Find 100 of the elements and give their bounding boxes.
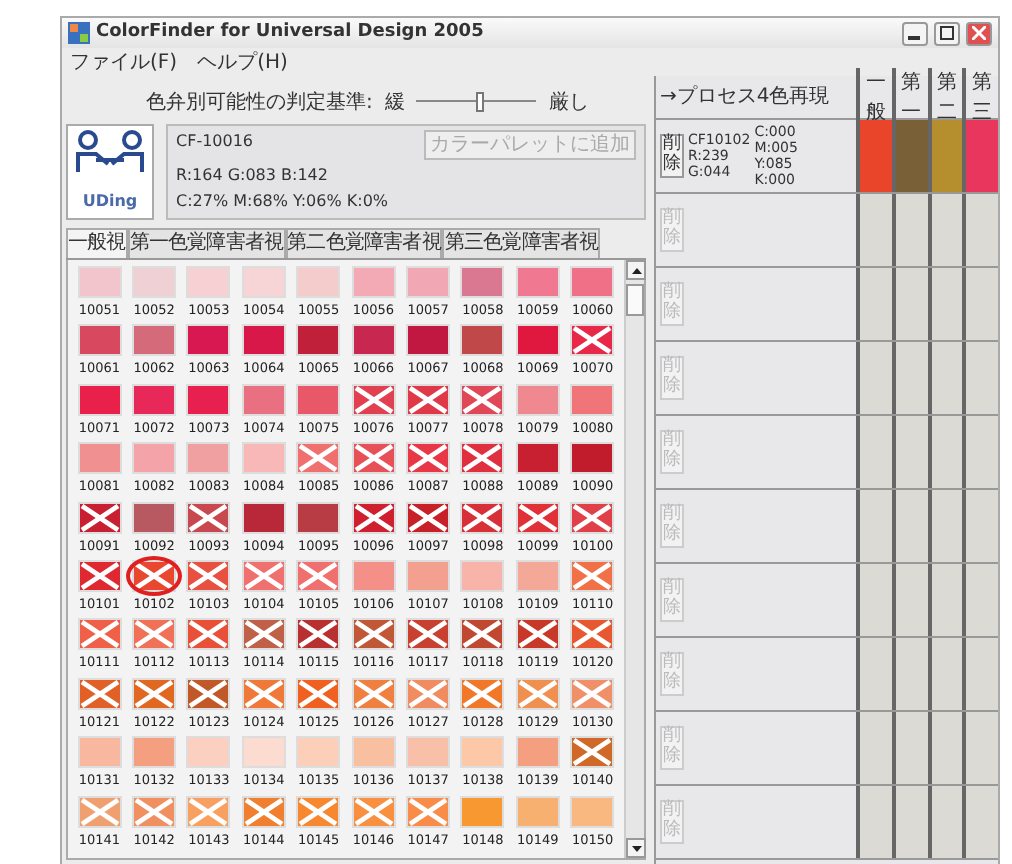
crossed-color-swatch[interactable] [351, 795, 396, 828]
color-swatch[interactable] [406, 324, 451, 357]
color-swatch[interactable] [77, 383, 122, 416]
color-swatch[interactable] [296, 736, 341, 769]
color-swatch[interactable] [460, 324, 505, 357]
color-swatch[interactable] [241, 501, 286, 534]
crossed-color-swatch[interactable] [296, 442, 341, 475]
color-swatch[interactable] [515, 383, 560, 416]
color-swatch[interactable] [132, 324, 177, 357]
crossed-color-swatch[interactable] [570, 324, 615, 357]
crossed-color-swatch[interactable] [570, 559, 615, 592]
color-swatch[interactable] [186, 442, 231, 475]
color-swatch[interactable] [460, 795, 505, 828]
crossed-color-swatch[interactable] [351, 383, 396, 416]
crossed-color-swatch[interactable] [351, 501, 396, 534]
color-swatch[interactable] [132, 383, 177, 416]
color-swatch[interactable] [570, 383, 615, 416]
color-swatch[interactable] [186, 324, 231, 357]
color-swatch[interactable] [241, 266, 286, 298]
crossed-color-swatch[interactable] [351, 442, 396, 475]
crossed-color-swatch[interactable] [186, 795, 231, 828]
crossed-color-swatch[interactable] [296, 795, 341, 828]
color-swatch[interactable] [296, 266, 341, 298]
crossed-color-swatch[interactable] [406, 795, 451, 828]
color-swatch[interactable] [406, 266, 451, 298]
color-swatch[interactable] [77, 736, 122, 769]
color-swatch[interactable] [570, 266, 615, 298]
menu-item[interactable]: ヘルプ(H) [197, 47, 288, 77]
crossed-color-swatch[interactable] [132, 677, 177, 710]
crossed-color-swatch[interactable] [515, 501, 560, 534]
close-button[interactable] [966, 21, 992, 45]
crossed-color-swatch[interactable] [77, 501, 122, 534]
color-swatch[interactable] [406, 736, 451, 769]
view-tab[interactable]: 一般視 [66, 228, 128, 258]
crossed-color-swatch[interactable] [515, 677, 560, 710]
color-swatch[interactable] [515, 442, 560, 475]
crossed-color-swatch[interactable] [351, 618, 396, 651]
crossed-color-swatch[interactable] [570, 677, 615, 710]
crossed-color-swatch[interactable] [77, 677, 122, 710]
scrollbar[interactable] [624, 260, 644, 858]
crossed-color-swatch[interactable] [460, 677, 505, 710]
color-swatch[interactable] [241, 324, 286, 357]
color-swatch[interactable] [406, 559, 451, 592]
crossed-color-swatch[interactable] [186, 677, 231, 710]
color-swatch[interactable] [132, 266, 177, 298]
crossed-color-swatch[interactable] [570, 618, 615, 651]
crossed-color-swatch[interactable] [406, 383, 451, 416]
crossed-color-swatch[interactable] [570, 736, 615, 769]
color-swatch[interactable] [186, 736, 231, 769]
color-swatch[interactable] [296, 383, 341, 416]
minimize-button[interactable] [902, 21, 928, 45]
crossed-color-swatch[interactable] [406, 677, 451, 710]
color-swatch[interactable] [132, 736, 177, 769]
color-swatch[interactable] [515, 795, 560, 828]
crossed-color-swatch[interactable] [241, 618, 286, 651]
crossed-color-swatch[interactable] [186, 559, 231, 592]
crossed-color-swatch[interactable] [296, 559, 341, 592]
crossed-color-swatch[interactable] [186, 618, 231, 651]
scroll-thumb[interactable] [626, 284, 644, 316]
crossed-color-swatch[interactable] [77, 559, 122, 592]
scroll-down-button[interactable] [626, 838, 646, 858]
color-swatch[interactable] [77, 266, 122, 298]
color-swatch[interactable] [515, 266, 560, 298]
color-swatch[interactable] [351, 324, 396, 357]
crossed-color-swatch[interactable] [132, 795, 177, 828]
color-swatch[interactable] [351, 736, 396, 769]
color-swatch[interactable] [241, 442, 286, 475]
crossed-color-swatch[interactable] [296, 677, 341, 710]
crossed-color-swatch[interactable] [186, 501, 231, 534]
color-swatch[interactable] [460, 736, 505, 769]
delete-button[interactable]: 削除 [660, 134, 684, 178]
crossed-color-swatch[interactable] [406, 501, 451, 534]
scroll-up-button[interactable] [626, 260, 646, 280]
crossed-color-swatch[interactable] [515, 618, 560, 651]
menu-item[interactable]: ファイル(F) [70, 47, 178, 77]
color-swatch[interactable] [241, 736, 286, 769]
color-swatch[interactable] [186, 266, 231, 298]
crossed-color-swatch[interactable] [77, 618, 122, 651]
color-swatch[interactable] [515, 736, 560, 769]
color-swatch[interactable] [296, 501, 341, 534]
maximize-button[interactable] [934, 21, 960, 45]
crossed-color-swatch[interactable] [241, 559, 286, 592]
color-swatch[interactable] [570, 442, 615, 475]
crossed-color-swatch[interactable] [406, 442, 451, 475]
crossed-color-swatch[interactable] [77, 795, 122, 828]
color-swatch[interactable] [515, 324, 560, 357]
crossed-color-swatch[interactable] [351, 677, 396, 710]
crossed-color-swatch[interactable] [132, 618, 177, 651]
crossed-color-swatch[interactable] [460, 618, 505, 651]
color-swatch[interactable] [132, 442, 177, 475]
crossed-color-swatch[interactable] [460, 383, 505, 416]
color-swatch[interactable] [132, 501, 177, 534]
color-swatch[interactable] [296, 324, 341, 357]
view-tab[interactable]: 第一色覚障害者視 [127, 228, 286, 258]
color-swatch[interactable] [460, 559, 505, 592]
color-swatch[interactable] [351, 559, 396, 592]
crossed-color-swatch[interactable] [241, 677, 286, 710]
crossed-color-swatch[interactable] [296, 618, 341, 651]
color-swatch[interactable] [77, 324, 122, 357]
color-swatch[interactable] [515, 559, 560, 592]
